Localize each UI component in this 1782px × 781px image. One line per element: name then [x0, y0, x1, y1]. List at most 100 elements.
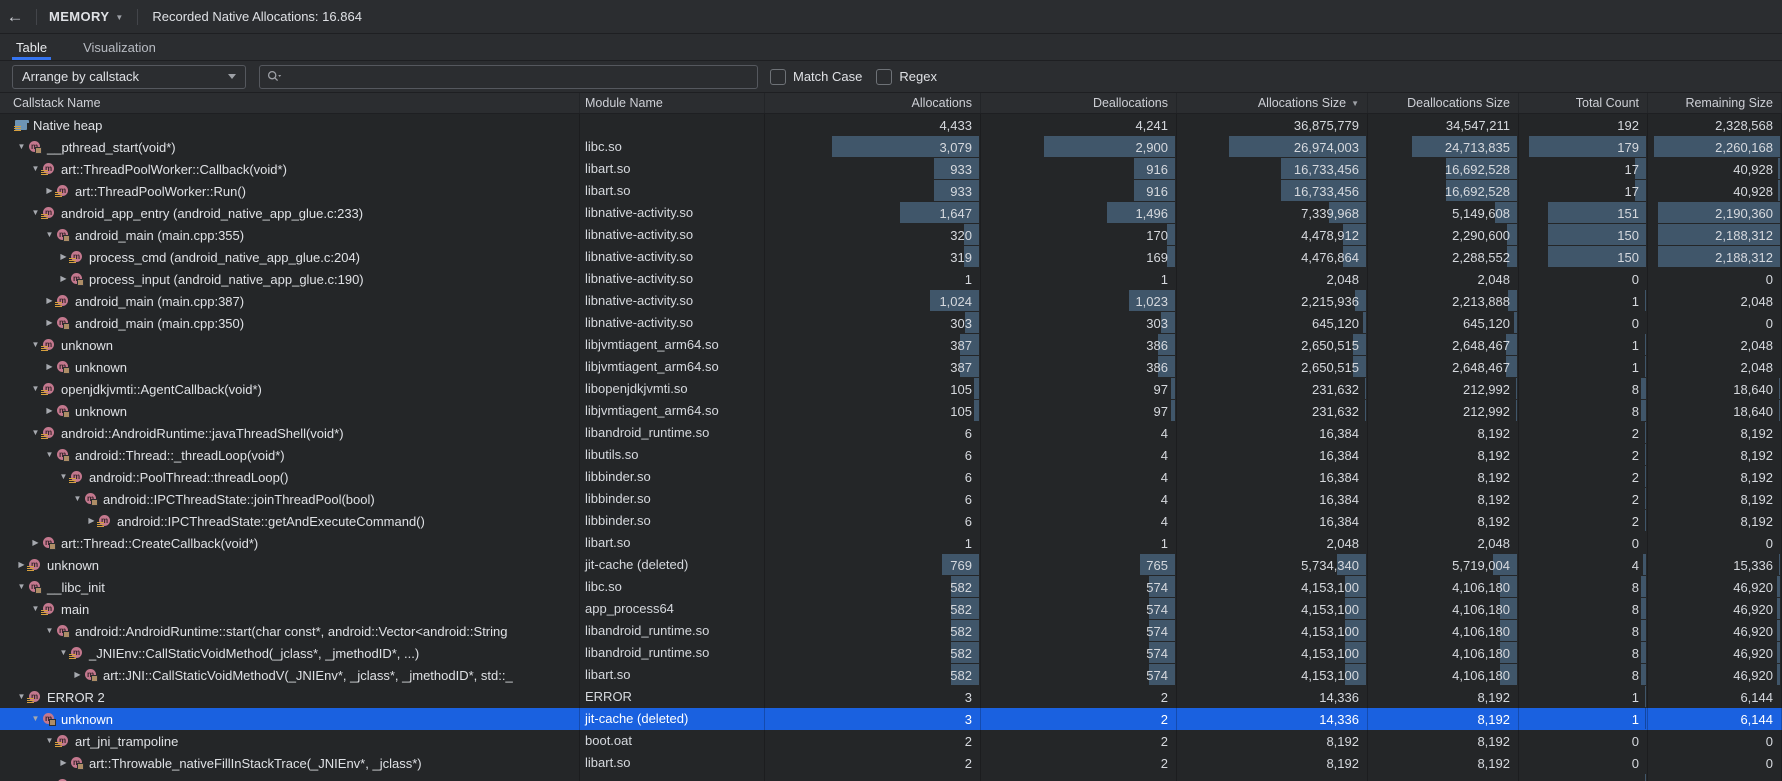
callstack-cell: Native heap [0, 114, 580, 136]
table-row[interactable]: ▼mopenjdkjvmti::AgentCallback(void*)libo… [0, 378, 1782, 400]
value-text: 151 [1617, 206, 1647, 221]
table-row[interactable]: ▼mmainapp_process645825744,153,1004,106,… [0, 598, 1782, 620]
table-row[interactable]: ▼mandroid::IPCThreadState::joinThreadPoo… [0, 488, 1782, 510]
table-row[interactable]: ▼mart_jni_trampolineboot.oat228,1928,192… [0, 730, 1782, 752]
match-case-option[interactable]: Match Case [770, 69, 876, 85]
expand-arrow-icon[interactable]: ▶ [58, 752, 69, 774]
collapse-arrow-icon[interactable]: ▼ [44, 444, 55, 466]
table-row[interactable]: ▼mandroid_main (main.cpp:355)libnative-a… [0, 224, 1782, 246]
table-row[interactable]: ▼m_JNIEnv::CallStaticVoidMethod(_jclass*… [0, 642, 1782, 664]
column-header-deallocations-size[interactable]: Deallocations Size [1368, 93, 1519, 113]
arrange-dropdown[interactable]: Arrange by callstack [12, 65, 246, 89]
column-header-callstack-name[interactable]: Callstack Name [0, 93, 580, 113]
regex-option[interactable]: Regex [876, 69, 951, 85]
table-row[interactable]: ▶mandroid::IPCThreadState::getAndExecute… [0, 510, 1782, 532]
table-row[interactable]: ▶mprocess_cmd (android_native_app_glue.c… [0, 246, 1782, 268]
table-row[interactable]: ▼mart::ThreadPoolWorker::Callback(void*)… [0, 158, 1782, 180]
back-button[interactable]: ← [0, 0, 30, 33]
collapse-arrow-icon[interactable]: ▼ [30, 158, 41, 180]
column-header-deallocations[interactable]: Deallocations [981, 93, 1177, 113]
collapse-arrow-icon[interactable]: ▼ [30, 422, 41, 444]
collapse-arrow-icon[interactable]: ▼ [44, 730, 55, 752]
callstack-cell: ▼mERROR 2 [0, 686, 580, 708]
match-case-checkbox[interactable] [770, 69, 786, 85]
expand-arrow-icon[interactable]: ▶ [86, 510, 97, 532]
search-input[interactable] [282, 68, 757, 86]
table-row[interactable]: ▼munknownlibjvmtiagent_arm64.so3873862,6… [0, 334, 1782, 356]
value-cell: 2,048 [1368, 532, 1519, 554]
table-row[interactable]: ▶munknownlibjvmtiagent_arm64.so3873862,6… [0, 356, 1782, 378]
value-text: 16,733,456 [1294, 162, 1367, 177]
collapse-arrow-icon[interactable]: ▼ [30, 334, 41, 356]
value-cell: 6 [765, 422, 981, 444]
collapse-arrow-icon[interactable]: ▼ [30, 598, 41, 620]
collapse-arrow-icon[interactable]: ▼ [72, 488, 83, 510]
table-row[interactable]: ▶mprocess_input (android_native_app_glue… [0, 268, 1782, 290]
collapse-arrow-icon[interactable]: ▼ [44, 224, 55, 246]
table-row[interactable]: ▼mandroid_app_entry (android_native_app_… [0, 202, 1782, 224]
tab-visualization[interactable]: Visualization [79, 34, 160, 60]
expand-arrow-icon[interactable]: ▶ [16, 554, 27, 576]
column-header-remaining-size[interactable]: Remaining Size [1648, 93, 1782, 113]
value-cell: 574 [981, 576, 1177, 598]
value-text: 105 [950, 382, 980, 397]
search-box[interactable] [259, 65, 758, 89]
callstack-cell: ▶mart::ThreadPoolWorker::Run() [0, 180, 580, 202]
value-cell: 387 [765, 334, 981, 356]
expand-arrow-icon[interactable]: ▶ [44, 180, 55, 202]
table-row[interactable]: ▼mandroid::PoolThread::threadLoop()libbi… [0, 466, 1782, 488]
expand-arrow-icon[interactable]: ▶ [44, 400, 55, 422]
table-row[interactable]: Native heap4,4334,24136,875,77934,547,21… [0, 114, 1782, 136]
table-row[interactable]: ▶mandroid_main (main.cpp:350)libnative-a… [0, 312, 1782, 334]
table-row[interactable]: ▼mandroid::AndroidRuntime::javaThreadShe… [0, 422, 1782, 444]
expand-arrow-icon[interactable]: ▶ [72, 664, 83, 686]
value-cell: 319 [765, 246, 981, 268]
collapse-arrow-icon[interactable]: ▼ [58, 642, 69, 664]
collapse-arrow-icon[interactable]: ▼ [16, 576, 27, 598]
value-cell: 0 [1648, 312, 1782, 334]
table-row[interactable]: ▶mart::Throwable_nativeFillInStackTrace(… [0, 752, 1782, 774]
chevron-down-icon[interactable]: ▼ [115, 13, 123, 22]
expand-arrow-icon[interactable]: ▶ [30, 532, 41, 554]
collapse-arrow-icon[interactable]: ▼ [30, 708, 41, 730]
column-header-allocations[interactable]: Allocations [765, 93, 981, 113]
table-row[interactable]: ▶mart::ThreadPoolWorker::Run()libart.so9… [0, 180, 1782, 202]
expand-arrow-icon[interactable]: ▶ [58, 246, 69, 268]
column-header-module-name[interactable]: Module Name [580, 93, 765, 113]
method-icon: m [84, 668, 98, 682]
value-text: 0 [1766, 756, 1781, 771]
regex-checkbox[interactable] [876, 69, 892, 85]
table-row[interactable]: ▼m106,144016,144 [0, 774, 1782, 781]
table-row[interactable]: ▶munknownlibjvmtiagent_arm64.so10597231,… [0, 400, 1782, 422]
table-row[interactable]: ▼mERROR 2ERROR3214,3368,19216,144 [0, 686, 1782, 708]
collapse-arrow-icon[interactable]: ▼ [58, 466, 69, 488]
callstack-cell: ▼m [0, 774, 580, 781]
collapse-arrow-icon[interactable]: ▼ [30, 202, 41, 224]
table-row[interactable]: ▼mandroid::AndroidRuntime::start(char co… [0, 620, 1782, 642]
collapse-arrow-icon[interactable]: ▼ [16, 136, 27, 158]
table-row[interactable]: ▶mandroid_main (main.cpp:387)libnative-a… [0, 290, 1782, 312]
column-header-total-count[interactable]: Total Count [1519, 93, 1648, 113]
collapse-arrow-icon[interactable]: ▼ [16, 686, 27, 708]
value-text: 4,153,100 [1301, 580, 1367, 595]
table-row[interactable]: ▶mart::Thread::CreateCallback(void*)liba… [0, 532, 1782, 554]
expand-arrow-icon[interactable]: ▶ [44, 290, 55, 312]
table-row[interactable]: ▼munknownjit-cache (deleted)3214,3368,19… [0, 708, 1782, 730]
table-row[interactable]: ▼mandroid::Thread::_threadLoop(void*)lib… [0, 444, 1782, 466]
value-text: 8,192 [1477, 690, 1518, 705]
table-row[interactable]: ▼m__libc_initlibc.so5825744,153,1004,106… [0, 576, 1782, 598]
value-cell: 2 [1519, 444, 1648, 466]
expand-arrow-icon[interactable]: ▶ [44, 356, 55, 378]
table-row[interactable]: ▶mart::JNI::CallStaticVoidMethodV(_JNIEn… [0, 664, 1782, 686]
column-header-allocations-size[interactable]: Allocations Size▼ [1177, 93, 1368, 113]
expand-arrow-icon[interactable]: ▶ [44, 312, 55, 334]
table-row[interactable]: ▼m__pthread_start(void*)libc.so3,0792,90… [0, 136, 1782, 158]
table-row[interactable]: ▶munknownjit-cache (deleted)7697655,734,… [0, 554, 1782, 576]
value-cell: 3 [765, 686, 981, 708]
collapse-arrow-icon[interactable]: ▼ [44, 774, 55, 781]
collapse-arrow-icon[interactable]: ▼ [44, 620, 55, 642]
expand-arrow-icon[interactable]: ▶ [58, 268, 69, 290]
method-icon: m [70, 470, 84, 484]
tab-table[interactable]: Table [12, 34, 51, 60]
collapse-arrow-icon[interactable]: ▼ [30, 378, 41, 400]
